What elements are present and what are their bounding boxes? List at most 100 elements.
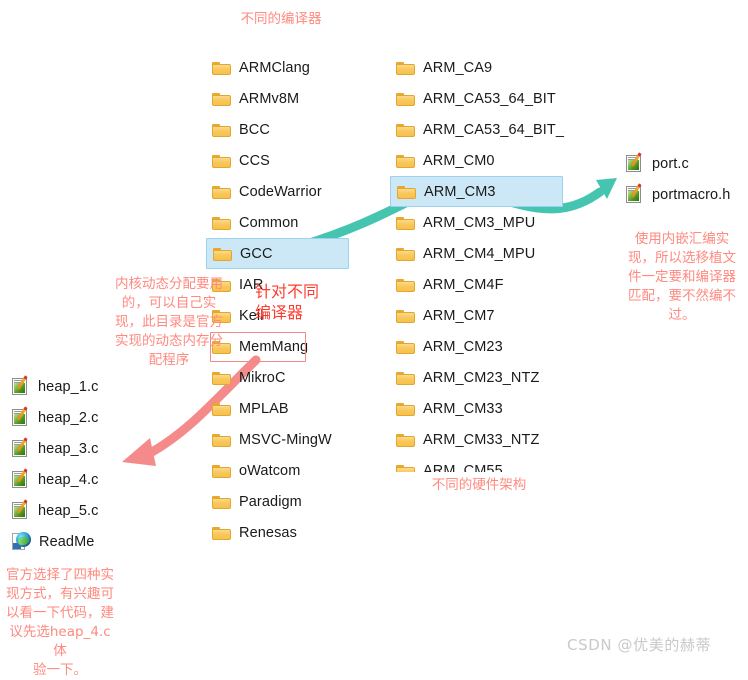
folder-name: MSVC-MingW bbox=[239, 431, 332, 448]
folder-name: MikroC bbox=[239, 369, 286, 386]
list-item[interactable]: heap_2.c bbox=[6, 402, 136, 433]
folder-name: ARM_CM33 bbox=[423, 400, 503, 417]
annotation-hardware-architecture: 不同的硬件架构 bbox=[431, 477, 527, 493]
list-item[interactable]: portmacro.h bbox=[620, 179, 745, 210]
left-file-list: heap_1.c heap_2.c heap_3.c heap_4.c heap… bbox=[6, 371, 136, 557]
folder-item-armv8m[interactable]: ARMv8M bbox=[206, 83, 351, 114]
folder-name: ARMv8M bbox=[239, 90, 300, 107]
folder-item-arm-cm0[interactable]: ARM_CM0 bbox=[390, 145, 565, 176]
folder-item-renesas[interactable]: Renesas bbox=[206, 517, 351, 548]
folder-item-owatcom[interactable]: oWatcom bbox=[206, 455, 351, 486]
c-source-icon bbox=[12, 498, 30, 520]
folder-name: ARM_CM23 bbox=[423, 338, 503, 355]
list-item[interactable]: heap_3.c bbox=[6, 433, 136, 464]
folder-name: ARM_CM23_NTZ bbox=[423, 369, 540, 386]
folder-icon bbox=[212, 494, 231, 509]
folder-item-codewarrior[interactable]: CodeWarrior bbox=[206, 176, 351, 207]
annotation-different-compilers: 针对不同 编译器 bbox=[255, 282, 320, 322]
folder-item-bcc[interactable]: BCC bbox=[206, 114, 351, 145]
file-name: heap_5.c bbox=[38, 502, 99, 519]
folder-item-common[interactable]: Common bbox=[206, 207, 351, 238]
folder-name: Renesas bbox=[239, 524, 297, 541]
folder-item-arm-cm55[interactable]: ARM_CM55 bbox=[390, 455, 565, 472]
folder-item-arm-cm3[interactable]: ARM_CM3 bbox=[390, 176, 563, 207]
folder-name: ARM_CA9 bbox=[423, 59, 493, 76]
annotation-top-compilers: 不同的编译器 bbox=[240, 11, 322, 27]
folder-icon bbox=[396, 277, 415, 292]
folder-icon bbox=[212, 60, 231, 75]
folder-icon bbox=[212, 91, 231, 106]
folder-name: ARM_CM7 bbox=[423, 307, 495, 324]
folder-icon bbox=[397, 184, 416, 199]
folder-icon bbox=[212, 122, 231, 137]
folder-item-arm-ca53-64-bit[interactable]: ARM_CA53_64_BIT bbox=[390, 83, 565, 114]
folder-item-paradigm[interactable]: Paradigm bbox=[206, 486, 351, 517]
folder-icon bbox=[396, 153, 415, 168]
file-name: ReadMe bbox=[39, 533, 95, 550]
folder-icon bbox=[396, 215, 415, 230]
folder-name: ARM_CM55 bbox=[423, 462, 503, 473]
folder-item-armclang[interactable]: ARMClang bbox=[206, 52, 351, 83]
folder-name: ARM_CM3 bbox=[424, 183, 496, 200]
folder-item-arm-ca53-64-bit-sre[interactable]: ARM_CA53_64_BIT_SRE bbox=[390, 114, 565, 145]
folder-icon bbox=[396, 401, 415, 416]
annotation-heap-note: 官方选择了四种实 现方式，有兴趣可 以看一下代码，建 议先选heap_4.c体 … bbox=[6, 567, 114, 678]
folder-item-arm-cm33-ntz[interactable]: ARM_CM33_NTZ bbox=[390, 424, 565, 455]
c-source-icon bbox=[12, 374, 30, 396]
folder-item-ccs[interactable]: CCS bbox=[206, 145, 351, 176]
folder-name: BCC bbox=[239, 121, 270, 138]
folder-name: GCC bbox=[240, 245, 273, 262]
folder-name: Common bbox=[239, 214, 299, 231]
folder-icon bbox=[212, 215, 231, 230]
folder-item-arm-ca9[interactable]: ARM_CA9 bbox=[390, 52, 565, 83]
list-item[interactable]: heap_1.c bbox=[6, 371, 136, 402]
folder-icon bbox=[396, 246, 415, 261]
folder-name: ARM_CM0 bbox=[423, 152, 495, 169]
folder-name: ARMClang bbox=[239, 59, 310, 76]
folder-icon bbox=[212, 525, 231, 540]
list-item[interactable]: ReadMe bbox=[6, 526, 136, 557]
list-item[interactable]: heap_5.c bbox=[6, 495, 136, 526]
folder-icon bbox=[396, 370, 415, 385]
file-explorer-annotated-screenshot: heap_1.c heap_2.c heap_3.c heap_4.c heap… bbox=[0, 0, 748, 678]
folder-icon bbox=[212, 432, 231, 447]
folder-name: CodeWarrior bbox=[239, 183, 322, 200]
folder-icon bbox=[396, 432, 415, 447]
folder-icon bbox=[212, 401, 231, 416]
folder-item-gcc[interactable]: GCC bbox=[206, 238, 349, 269]
folder-item-arm-cm7[interactable]: ARM_CM7 bbox=[390, 300, 565, 331]
port-file-list: port.c portmacro.h bbox=[620, 148, 745, 210]
folder-name: MPLAB bbox=[239, 400, 289, 417]
c-source-icon bbox=[626, 151, 644, 173]
folder-item-arm-cm4-mpu[interactable]: ARM_CM4_MPU bbox=[390, 238, 565, 269]
c-source-icon bbox=[12, 405, 30, 427]
folder-item-arm-cm3-mpu[interactable]: ARM_CM3_MPU bbox=[390, 207, 565, 238]
folder-name: ARM_CA53_64_BIT_SRE bbox=[423, 121, 565, 138]
csdn-watermark: CSDN @优美的赫蒂 bbox=[567, 636, 712, 654]
folder-icon bbox=[396, 122, 415, 137]
folder-item-mplab[interactable]: MPLAB bbox=[206, 393, 351, 424]
file-name: port.c bbox=[652, 155, 689, 172]
folder-name: CCS bbox=[239, 152, 270, 169]
folder-item-msvc-mingw[interactable]: MSVC-MingW bbox=[206, 424, 351, 455]
list-item[interactable]: heap_4.c bbox=[6, 464, 136, 495]
annotation-memmang-note: 内核动态分配要用 的，可以自己实 现，此目录是官方 实现的动态内存分 配程序 bbox=[115, 276, 223, 368]
file-name: heap_2.c bbox=[38, 409, 99, 426]
folder-item-mikroc[interactable]: MikroC bbox=[206, 362, 351, 393]
folder-name: ARM_CM4_MPU bbox=[423, 245, 536, 262]
folder-item-arm-cm23[interactable]: ARM_CM23 bbox=[390, 331, 565, 362]
folder-icon bbox=[396, 463, 415, 472]
folder-item-arm-cm33[interactable]: ARM_CM33 bbox=[390, 393, 565, 424]
folder-icon bbox=[213, 246, 232, 261]
folder-name: ARM_CA53_64_BIT bbox=[423, 90, 556, 107]
folder-icon bbox=[396, 308, 415, 323]
folder-icon bbox=[212, 153, 231, 168]
c-source-icon bbox=[12, 436, 30, 458]
file-name: heap_1.c bbox=[38, 378, 99, 395]
architecture-folder-list: ARM_CA9 ARM_CA53_64_BIT ARM_CA53_64_BIT_… bbox=[390, 52, 565, 472]
folder-item-arm-cm4f[interactable]: ARM_CM4F bbox=[390, 269, 565, 300]
list-item[interactable]: port.c bbox=[620, 148, 745, 179]
file-name: heap_4.c bbox=[38, 471, 99, 488]
folder-item-arm-cm23-ntz[interactable]: ARM_CM23_NTZ bbox=[390, 362, 565, 393]
folder-icon bbox=[212, 370, 231, 385]
